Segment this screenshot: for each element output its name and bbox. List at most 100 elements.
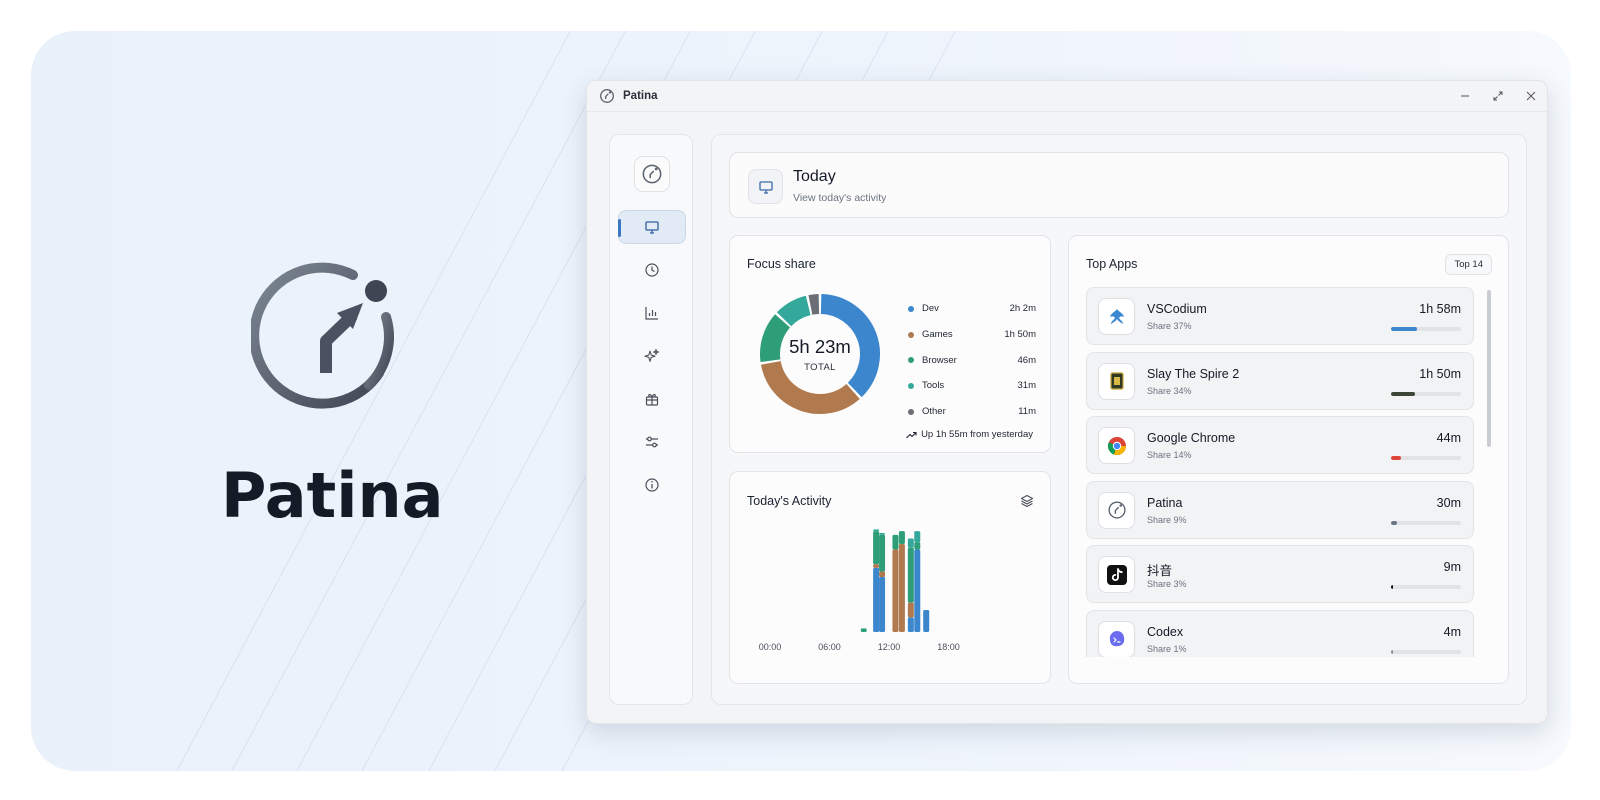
activity-bar-games [879,571,886,577]
minimize-button[interactable] [1448,81,1481,112]
activity-bar-dev [873,567,880,632]
app-share-bar [1391,520,1461,525]
top-apps-card: Top Apps Top 14 VSCodium Share 37% 1h 58m S… [1068,235,1509,684]
x-tick-label: 00:00 [759,642,782,652]
sidebar-item-rewards[interactable] [618,382,686,416]
activity-title: Today's Activity [747,494,832,508]
title-bar: Patina [587,81,1547,112]
app-row[interactable]: VSCodium Share 37% 1h 58m [1086,287,1474,345]
monitor-icon [645,221,659,234]
trend-text: Up 1h 55m from yesterday [921,429,1033,440]
app-row[interactable]: Patina Share 9% 30m [1086,480,1474,539]
sidebar-item-stats[interactable] [618,296,686,330]
close-button[interactable] [1514,81,1547,112]
activity-bar-dev [923,610,930,632]
activity-bar-tools [914,531,921,543]
activity-bar-chart: 00:00 06:00 12:00 18:00 [759,529,960,652]
legend-name: Browser [922,354,957,366]
main-panel: Today View today's activity Focus share … [711,134,1527,705]
chrome-icon [1098,427,1135,464]
legend-item-games: Games 1h 50m [908,322,1036,348]
window-title: Patina [623,90,658,102]
activity-bar-tools [873,529,880,532]
app-share-bar-fill [1391,391,1415,396]
sliders-icon [646,436,658,448]
x-tick-label: 18:00 [937,642,960,652]
activity-bar-browser [860,628,867,632]
legend-dot [908,305,914,312]
trend-up-icon [906,431,917,438]
expand-icon [1493,91,1502,101]
app-list-scrollbar[interactable] [1487,290,1491,447]
legend-dot [908,331,914,338]
focus-share-title: Focus share [747,257,816,271]
legend-dot [908,408,914,415]
app-row[interactable]: Slay The Spire 2 Share 34% 1h 50m [1086,351,1474,410]
activity-bar-browser [907,547,914,603]
sidebar [609,134,693,705]
app-share: Share 1% [1147,643,1187,654]
activity-card: Today's Activity 00:00 06:00 12:00 18:00 [729,471,1051,684]
app-window: Patina Today View today's activity Focus… [586,80,1548,724]
app-share: Share 3% [1147,579,1187,589]
slay-the-spire-icon [1098,362,1135,400]
codex-icon [1098,620,1135,657]
promo-background: Patina Patina Today View today's activit… [31,31,1571,771]
donut-total-value: 5h 23m [789,335,851,357]
x-tick-label: 12:00 [878,642,901,652]
page-subtitle: View today's activity [793,192,887,204]
app-share: Share 37% [1147,321,1192,331]
app-share-bar-fill [1391,327,1417,331]
hero-title: Patina [221,459,444,532]
activity-bar-dev [879,577,886,632]
layers-button[interactable] [1020,494,1034,513]
focus-legend: Dev 2h 2m Games 1h 50m Browser 46m Tools 31m Oth… [908,296,1036,424]
legend-value: 31m [1017,380,1036,392]
app-time: 1h 50m [1419,366,1461,381]
sidebar-logo-button[interactable] [634,156,670,192]
bar-chart-icon [645,307,658,320]
app-time: 4m [1443,624,1461,639]
focus-donut-chart: 5h 23m TOTAL [758,292,882,416]
legend-value: 1h 50m [1004,329,1036,341]
trend-indicator: Up 1h 55m from yesterday [906,429,1033,440]
app-time: 9m [1443,560,1461,574]
info-icon [645,478,659,492]
legend-dot [908,357,914,364]
app-row[interactable]: Codex Share 1% 4m [1086,609,1474,657]
app-share: Share 9% [1147,514,1187,525]
legend-name: Other [922,406,946,418]
vscodium-icon [1098,298,1135,335]
activity-bar-dev [914,549,921,632]
sidebar-item-history[interactable] [618,253,686,287]
legend-name: Tools [922,380,945,392]
sidebar-item-today[interactable] [618,210,686,244]
activity-bar-dev [907,617,914,632]
legend-item-browser: Browser 46m [908,347,1036,373]
activity-bar-browser [892,534,899,550]
sidebar-item-insights[interactable] [618,339,686,373]
focus-share-card: Focus share 5h 23m TOTAL Dev 2h 2m Games 1h… [729,235,1051,453]
app-share-bar [1391,327,1461,331]
app-name: 抖音 [1147,564,1173,578]
app-share-bar-fill [1391,649,1393,654]
top-count-badge[interactable]: Top 14 [1445,254,1492,275]
sidebar-item-settings[interactable] [618,425,686,459]
maximize-button[interactable] [1481,81,1514,112]
app-row[interactable]: Google Chrome Share 14% 44m [1086,416,1474,474]
legend-value: 46m [1017,354,1036,366]
sidebar-item-about[interactable] [618,468,686,502]
legend-value: 11m [1018,406,1036,418]
legend-name: Games [922,329,953,341]
app-share-bar [1391,391,1461,396]
activity-bar-browser [914,542,921,550]
activity-bar-browser [898,531,905,544]
legend-item-tools: Tools 31m [908,373,1036,399]
legend-item-other: Other 11m [908,399,1036,425]
app-row[interactable]: 抖音 Share 3% 9m [1086,545,1474,603]
x-tick-label: 06:00 [818,642,841,652]
patina-icon [1098,491,1135,529]
legend-name: Dev [922,303,939,315]
app-list: VSCodium Share 37% 1h 58m Slay The Spire 2S… [1086,287,1476,657]
app-name: VSCodium [1147,302,1207,316]
